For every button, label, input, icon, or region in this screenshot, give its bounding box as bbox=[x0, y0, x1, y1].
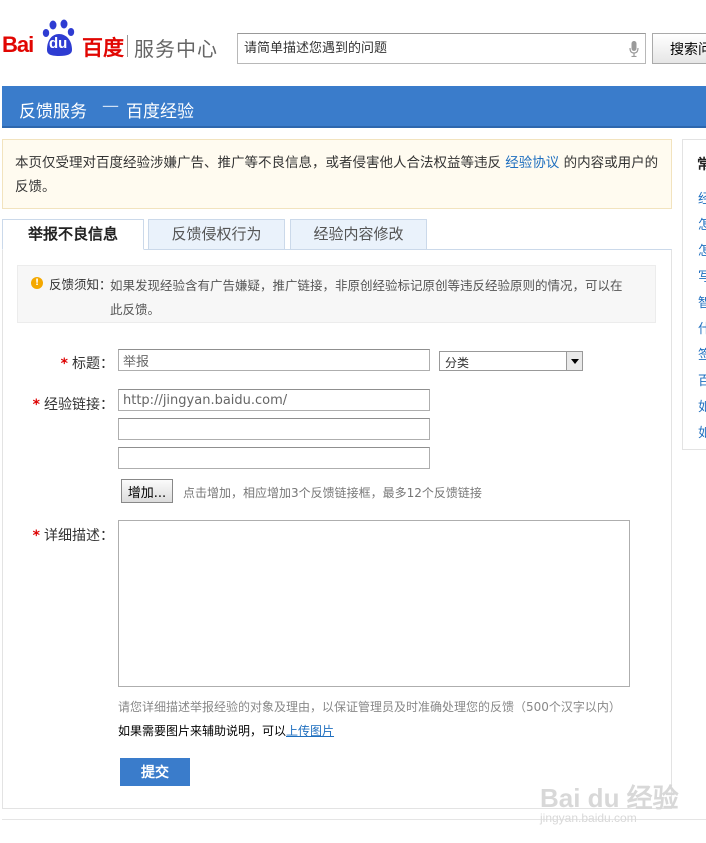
required-mark: * bbox=[32, 528, 40, 544]
sidebar-item[interactable]: 智 bbox=[698, 292, 706, 311]
upload-image-link[interactable]: 上传图片 bbox=[286, 724, 334, 738]
category-value: 分类 bbox=[445, 356, 470, 370]
sidebar-item[interactable]: 如 bbox=[698, 422, 706, 441]
submit-button[interactable]: 提交 bbox=[120, 758, 190, 786]
detail-hint: 请您详细描述举报经验的对象及理由，以保证管理员及时准确处理您的反馈（500个汉字… bbox=[118, 700, 621, 714]
sidebar-item[interactable]: 怎 bbox=[698, 240, 706, 259]
image-upload-text: 如果需要图片来辅助说明，可以 bbox=[118, 724, 287, 738]
link-input-3[interactable] bbox=[118, 447, 430, 469]
title-label: * 标题： bbox=[60, 356, 114, 372]
search-input[interactable] bbox=[238, 34, 608, 63]
required-mark: * bbox=[32, 397, 40, 413]
sidebar-heading: 常 bbox=[697, 157, 706, 173]
title-input[interactable] bbox=[118, 349, 430, 371]
image-upload-line: 如果需要图片来辅助说明，可以上传图片 bbox=[118, 722, 334, 739]
required-mark: * bbox=[60, 356, 68, 372]
title-bar: 反馈服务 — 百度经验 bbox=[2, 86, 706, 128]
title-separator: — bbox=[102, 96, 119, 116]
watermark: Bai du 经验 jingyan.baidu.com bbox=[540, 762, 700, 832]
dropdown-arrow-icon[interactable] bbox=[566, 352, 582, 370]
watermark-url: jingyan.baidu.com bbox=[540, 811, 637, 825]
product-title: 百度经验 bbox=[126, 102, 194, 122]
link-label: * 经验链接： bbox=[32, 397, 114, 413]
logo-bai-text: Bai bbox=[2, 32, 34, 57]
feedback-tips: ! 反馈须知： 如果发现经验含有广告嫌疑，推广链接，非原创经验标记原创等违反经验… bbox=[17, 265, 656, 323]
sidebar-item[interactable]: 什 bbox=[698, 318, 706, 337]
sidebar-item[interactable]: 写 bbox=[698, 266, 706, 285]
category-select[interactable]: 分类 bbox=[439, 351, 583, 371]
warning-icon: ! bbox=[31, 277, 43, 289]
search-button[interactable]: 搜索问 bbox=[652, 33, 706, 64]
detail-textarea[interactable] bbox=[118, 520, 630, 687]
sidebar-item[interactable]: 百 bbox=[698, 370, 706, 389]
tab-content-edit[interactable]: 经验内容修改 bbox=[290, 219, 427, 250]
add-link-tip: 点击增加，相应增加3个反馈链接框，最多12个反馈链接 bbox=[183, 486, 482, 500]
tab-bar: 举报不良信息 反馈侵权行为 经验内容修改 bbox=[2, 219, 672, 250]
search-box bbox=[237, 33, 646, 64]
tips-label: 反馈须知： bbox=[49, 277, 112, 292]
detail-label: * 详细描述： bbox=[32, 528, 114, 544]
agreement-link[interactable]: 经验协议 bbox=[505, 155, 559, 171]
sidebar-item[interactable]: 怎 bbox=[698, 214, 706, 233]
service-center-title: 服务中心 bbox=[134, 37, 218, 61]
tab-report-bad-info[interactable]: 举报不良信息 bbox=[2, 219, 144, 250]
microphone-icon[interactable] bbox=[629, 41, 639, 57]
scope-notice: 本页仅受理对百度经验涉嫌广告、推广等不良信息，或者侵害他人合法权益等违反 经验协… bbox=[2, 139, 672, 209]
logo-chinese-text: 百度 bbox=[82, 36, 124, 60]
sidebar-item[interactable]: 签 bbox=[698, 344, 706, 363]
logo-divider bbox=[127, 35, 128, 57]
notice-text-before: 本页仅受理对百度经验涉嫌广告、推广等不良信息，或者侵害他人合法权益等违反 bbox=[15, 155, 501, 171]
add-link-button[interactable]: 增加... bbox=[121, 479, 173, 503]
watermark-brand: Bai du 经验 bbox=[540, 783, 679, 813]
section-title[interactable]: 反馈服务 bbox=[19, 97, 87, 122]
link-input-2[interactable] bbox=[118, 418, 430, 440]
logo-du-text: du bbox=[49, 35, 68, 52]
tab-infringement[interactable]: 反馈侵权行为 bbox=[148, 219, 285, 250]
link-input-1[interactable] bbox=[118, 389, 430, 411]
baidu-logo[interactable]: Bai du 百度 服务中心 bbox=[2, 18, 232, 62]
sidebar-item[interactable]: 经 bbox=[698, 188, 706, 207]
faq-sidebar: 常 经 怎 怎 写 智 什 签 百 如 如 bbox=[682, 139, 706, 450]
tips-text: 如果发现经验含有广告嫌疑，推广链接，非原创经验标记原创等违反经验原则的情况，可以… bbox=[110, 278, 623, 317]
sidebar-item[interactable]: 如 bbox=[698, 396, 706, 415]
